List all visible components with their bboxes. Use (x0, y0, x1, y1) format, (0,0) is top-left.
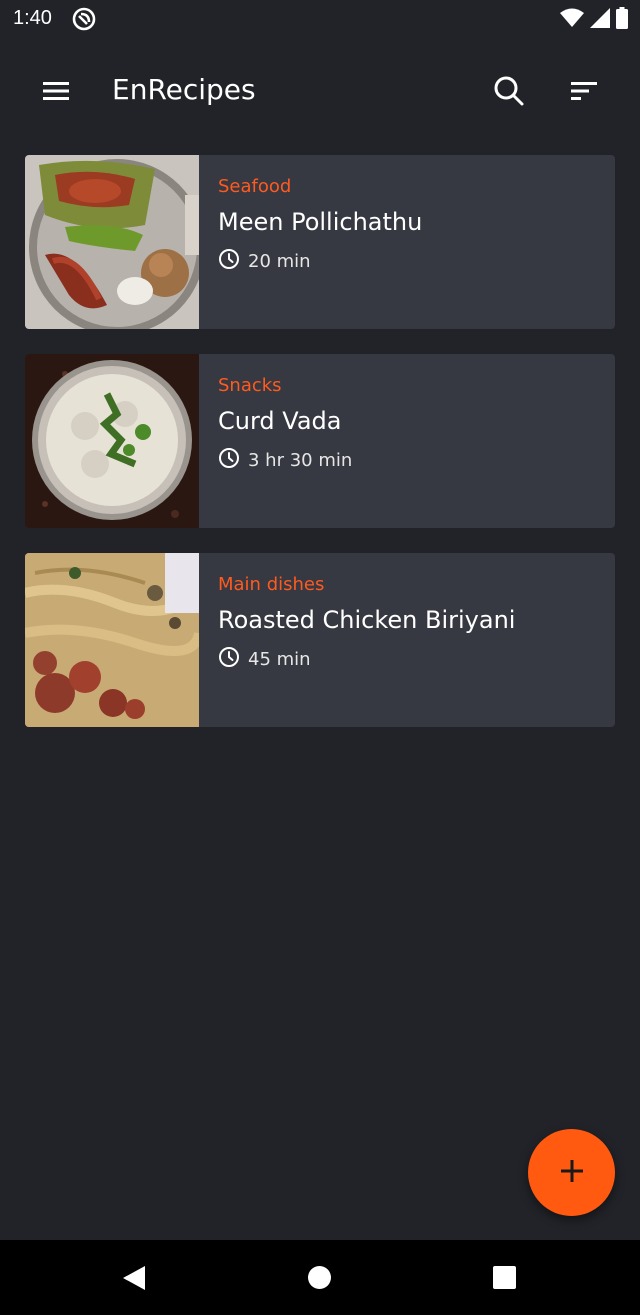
sort-icon[interactable] (567, 76, 601, 106)
recipe-title: Curd Vada (218, 407, 342, 435)
status-icons (560, 7, 628, 33)
signal-icon (590, 8, 610, 32)
recipe-category: Main dishes (218, 574, 325, 595)
back-icon[interactable] (122, 1265, 146, 1295)
recipe-category: Seafood (218, 176, 292, 197)
home-icon[interactable] (308, 1266, 331, 1289)
app-bar: EnRecipes (0, 56, 640, 126)
recipe-time: 3 hr 30 min (218, 447, 352, 474)
battery-icon (616, 7, 628, 33)
recipe-card[interactable]: Snacks Curd Vada 3 hr 30 min (25, 354, 615, 528)
clock-icon (218, 447, 240, 474)
wifi-icon (560, 8, 584, 32)
recipe-time-label: 45 min (248, 649, 311, 670)
recipe-image (25, 553, 199, 727)
recipe-card[interactable]: Seafood Meen Pollichathu 20 min (25, 155, 615, 329)
app-screen: 1:40 EnRecipes Seafood Meen Pollichathu … (0, 0, 640, 1315)
recipe-card[interactable]: Main dishes Roasted Chicken Biriyani 45 … (25, 553, 615, 727)
add-recipe-button[interactable] (528, 1129, 615, 1216)
recipe-title: Meen Pollichathu (218, 208, 423, 236)
recipe-time: 20 min (218, 248, 311, 275)
do-not-disturb-icon (72, 7, 96, 31)
recipe-image (25, 155, 199, 329)
recipe-title: Roasted Chicken Biriyani (218, 606, 516, 634)
navigation-bar (0, 1240, 640, 1315)
clock-icon (218, 248, 240, 275)
search-icon[interactable] (490, 72, 526, 108)
status-bar: 1:40 (0, 0, 640, 40)
recipe-time-label: 3 hr 30 min (248, 450, 353, 471)
recipe-category: Snacks (218, 375, 282, 396)
recipe-time-label: 20 min (248, 251, 311, 272)
menu-icon[interactable] (40, 76, 72, 106)
plus-icon (559, 1158, 585, 1188)
page-title: EnRecipes (112, 73, 256, 106)
recipe-list: Seafood Meen Pollichathu 20 min Snacks C… (25, 155, 615, 752)
recents-icon[interactable] (493, 1266, 516, 1289)
clock-icon (218, 646, 240, 673)
status-time: 1:40 (13, 7, 52, 29)
recipe-image (25, 354, 199, 528)
recipe-time: 45 min (218, 646, 311, 673)
